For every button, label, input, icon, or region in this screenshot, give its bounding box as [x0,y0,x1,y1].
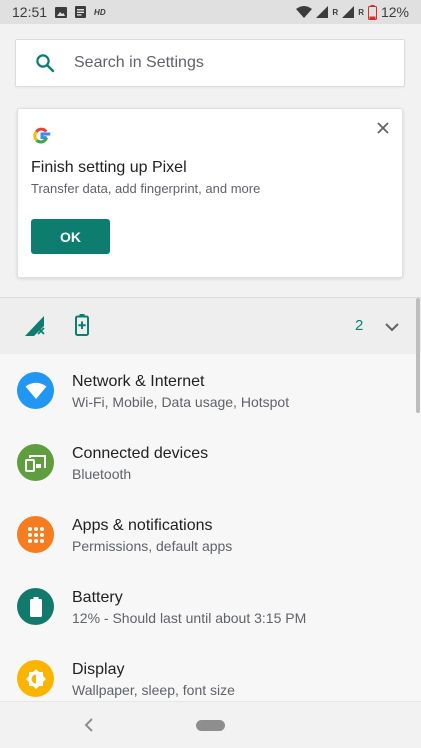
battery-status-icon [367,4,377,20]
settings-item-subtitle: Permissions, default apps [72,538,233,554]
suggestion-subtitle: Transfer data, add fingerprint, and more [31,181,261,196]
settings-item-apps[interactable]: Apps & notifications Permissions, defaul… [0,498,421,570]
news-notification-icon [75,6,87,18]
status-time: 12:51 [12,4,48,20]
roaming-label-2: R [358,7,364,17]
home-pill-button[interactable] [196,720,225,731]
settings-item-title: Battery [72,589,123,606]
roaming-label-1: R [332,7,339,17]
battery-icon [17,588,54,625]
no-signal-icon [25,316,47,341]
status-right: R R 12% [296,4,409,20]
settings-item-subtitle: Wallpaper, sleep, font size [72,682,235,698]
suggestion-card: Finish setting up Pixel Transfer data, a… [17,108,403,278]
search-placeholder: Search in Settings [74,54,204,71]
settings-item-title: Connected devices [72,445,209,462]
settings-item-battery[interactable]: Battery 12% - Should last until about 3:… [0,570,421,642]
photo-notification-icon [55,6,68,18]
settings-item-display[interactable]: Display Wallpaper, sleep, font size [0,642,421,701]
wifi-status-icon [296,6,313,18]
settings-item-title: Apps & notifications [72,517,213,534]
settings-item-subtitle: 12% - Should last until about 3:15 PM [72,610,307,626]
wifi-icon [17,372,54,409]
settings-item-subtitle: Bluetooth [72,466,132,482]
settings-item-title: Network & Internet [72,373,205,390]
status-bar: 12:51 HD R R 12% [0,0,421,24]
navigation-bar [0,701,421,748]
close-suggestion-button[interactable] [374,119,392,137]
hd-label: HD [94,7,106,17]
conditions-bar[interactable]: 2 [0,298,421,354]
status-left: 12:51 HD [12,4,106,20]
settings-list: Network & Internet Wi-Fi, Mobile, Data u… [0,354,421,701]
battery-percent: 12% [380,4,409,20]
signal-icon [316,6,329,18]
back-icon[interactable] [84,717,94,738]
search-icon [16,53,74,73]
settings-item-subtitle: Wi-Fi, Mobile, Data usage, Hotspot [72,394,290,410]
scrollbar[interactable] [416,298,420,413]
suggestion-title: Finish setting up Pixel [31,159,187,176]
settings-item-title: Display [72,661,125,678]
ok-button[interactable]: OK [31,219,110,254]
conditions-count: 2 [355,317,364,334]
signal-icon-2 [342,6,355,18]
search-bar[interactable]: Search in Settings [15,39,405,87]
settings-item-connected-devices[interactable]: Connected devices Bluetooth [0,426,421,498]
devices-icon [17,444,54,481]
google-logo-icon [31,125,53,152]
settings-item-network[interactable]: Network & Internet Wi-Fi, Mobile, Data u… [0,354,421,426]
apps-icon [17,516,54,553]
close-icon [377,122,389,134]
display-icon [17,660,54,697]
battery-saver-icon [75,314,89,341]
chevron-down-icon[interactable] [385,319,399,337]
